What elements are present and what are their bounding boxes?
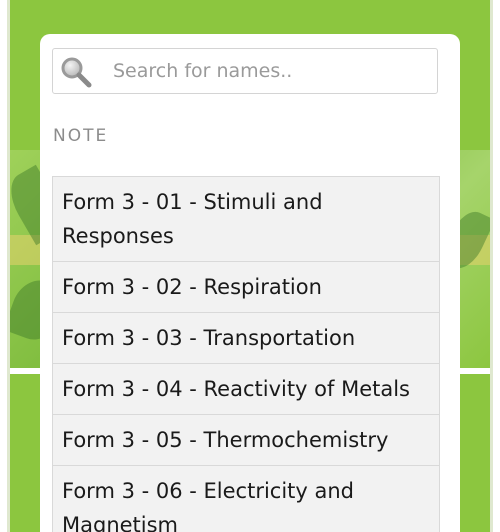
list-item[interactable]: Form 3 - 01 - Stimuli and Responses xyxy=(53,177,439,261)
list-item[interactable]: Form 3 - 06 - Electricity and Magnetism xyxy=(53,465,439,532)
list-item[interactable]: Form 3 - 04 - Reactivity of Metals xyxy=(53,363,439,414)
list-item[interactable]: Form 3 - 03 - Transportation xyxy=(53,312,439,363)
list-item[interactable]: Form 3 - 02 - Respiration xyxy=(53,261,439,312)
notes-card: NOTE Form 3 - 01 - Stimuli and Responses… xyxy=(40,34,460,532)
left-frame-strip xyxy=(0,0,10,532)
search-icon xyxy=(59,55,93,89)
search-input[interactable] xyxy=(113,49,433,93)
list-item[interactable]: Form 3 - 05 - Thermochemistry xyxy=(53,414,439,465)
section-label: NOTE xyxy=(53,126,109,146)
right-frame-strip xyxy=(490,0,500,532)
note-list: Form 3 - 01 - Stimuli and Responses Form… xyxy=(52,176,440,532)
search-box[interactable] xyxy=(52,48,438,94)
